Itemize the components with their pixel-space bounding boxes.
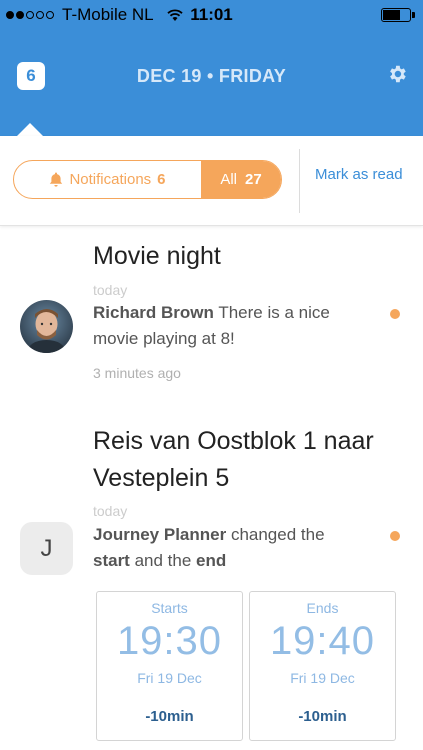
- notifications-filter-label: Notifications: [69, 171, 152, 188]
- end-time-card[interactable]: Ends 19:40 Fri 19 Dec -10min: [249, 591, 396, 741]
- start-label: Starts: [151, 600, 188, 616]
- notification-title-line-1: Reis van Oostblok 1 naar: [93, 427, 374, 455]
- start-time-card[interactable]: Starts 19:30 Fri 19 Dec -10min: [96, 591, 243, 741]
- sender-name: Journey Planner: [93, 525, 227, 544]
- end-time: 19:40: [269, 619, 376, 663]
- notification-message: Richard Brown There is a nice movie play…: [93, 300, 373, 352]
- divider: [299, 149, 300, 213]
- notifications-filter-button[interactable]: Notifications 6: [14, 161, 201, 198]
- end-delta: -10min: [298, 708, 347, 725]
- unread-dot: [390, 309, 400, 319]
- message-text: and the: [129, 551, 197, 570]
- user-photo: [20, 300, 73, 353]
- all-filter-count: 27: [244, 171, 262, 188]
- filter-segmented-control: Notifications 6 All 27: [13, 160, 282, 199]
- mark-as-read-button[interactable]: Mark as read: [315, 166, 403, 183]
- bell-icon: [50, 172, 63, 187]
- notification-date: today: [93, 503, 128, 519]
- notifications-filter-count: 6: [157, 171, 166, 188]
- notification-title: Movie night: [93, 242, 221, 270]
- status-bar: T-Mobile NL 11:01: [0, 0, 423, 30]
- avatar[interactable]: [20, 300, 73, 353]
- battery-icon: [381, 8, 415, 22]
- header-pointer: [17, 123, 43, 136]
- unread-dot: [390, 531, 400, 541]
- all-filter-label: All: [220, 171, 237, 188]
- notification-message: Journey Planner changed the start and th…: [93, 522, 373, 574]
- start-time: 19:30: [116, 619, 223, 663]
- all-filter-button[interactable]: All 27: [201, 161, 281, 198]
- app-letter-icon[interactable]: J: [20, 522, 73, 575]
- end-word: end: [196, 551, 227, 570]
- notification-title-line-2: Vesteplein 5: [93, 464, 230, 492]
- filter-bar: Notifications 6 All 27 Mark as read: [0, 136, 423, 226]
- notification-date: today: [93, 282, 128, 298]
- start-delta: -10min: [145, 708, 194, 725]
- date-title: DEC 19 • FRIDAY: [136, 66, 287, 86]
- sender-name: Richard Brown: [93, 303, 214, 322]
- end-label: Ends: [306, 600, 339, 616]
- start-word: start: [93, 551, 130, 570]
- start-date: Fri 19 Dec: [137, 670, 202, 686]
- end-date: Fri 19 Dec: [290, 670, 355, 686]
- status-time: 11:01: [190, 5, 233, 24]
- gear-icon[interactable]: [386, 63, 408, 85]
- header: 6 DEC 19 • FRIDAY: [0, 30, 423, 136]
- message-text: changed the: [226, 525, 325, 544]
- time-ago: 3 minutes ago: [93, 365, 181, 381]
